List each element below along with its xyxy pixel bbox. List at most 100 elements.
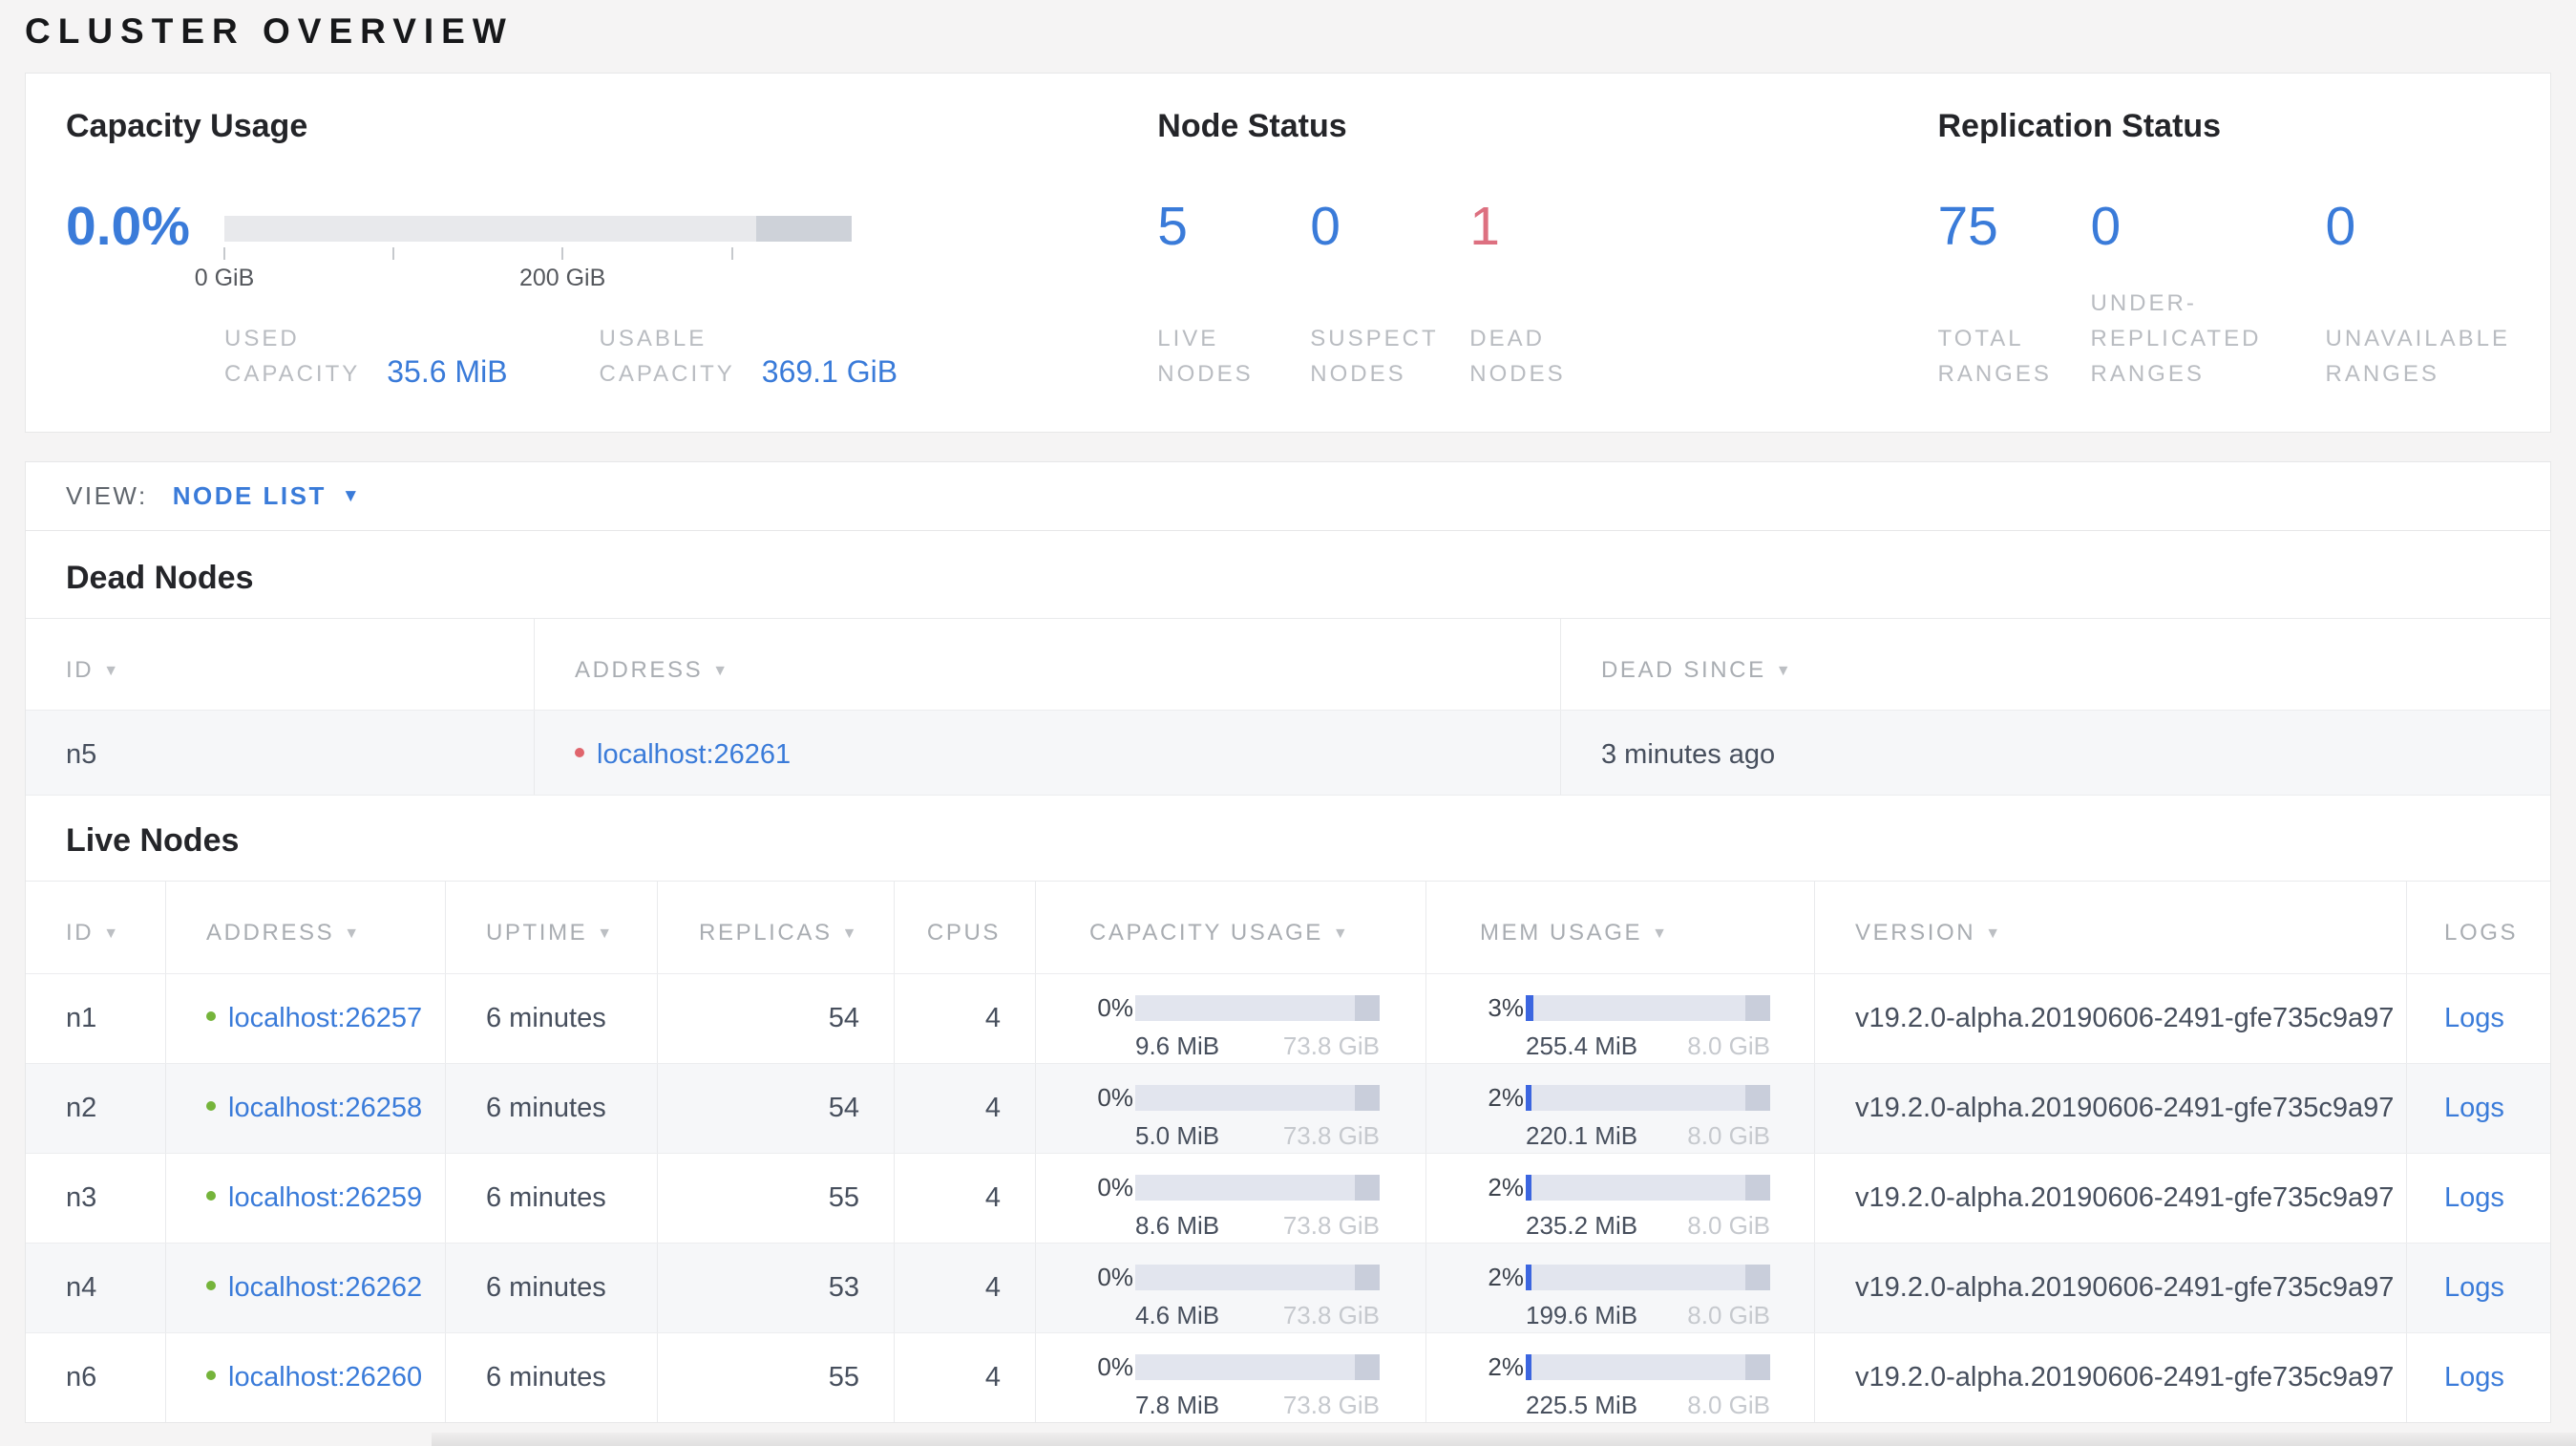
suspect-nodes-count: 0 — [1310, 196, 1341, 257]
live-node-row: n1 localhost:26257 6 minutes 54 4 0% 9.6… — [26, 973, 2550, 1063]
uptime-cell: 6 minutes — [446, 974, 658, 1063]
capacity-used-value: 7.8 MiB — [1135, 1391, 1220, 1419]
logs-link[interactable]: Logs — [2444, 1272, 2504, 1303]
mem-usage-bar — [1526, 1265, 1770, 1290]
node-address-cell: localhost:26261 — [535, 711, 1561, 795]
mem-total-value: 8.0 GiB — [1687, 1391, 1770, 1419]
live-nodes-table-header: ID ▼ ADDRESS ▼ UPTIME ▼ REPLICAS ▼ CPUS CAPA… — [26, 881, 2550, 973]
mem-bar-reserved-segment — [1745, 1085, 1770, 1111]
mem-bar-fill — [1526, 1175, 1532, 1201]
capacity-used-value: 8.6 MiB — [1135, 1211, 1220, 1240]
node-address-link[interactable]: localhost:26258 — [228, 1093, 422, 1123]
node-address-link[interactable]: localhost:26262 — [228, 1272, 422, 1303]
capacity-gauge: 0 GiB 200 GiB USED CAPACITY 35.6 MiB USA… — [195, 197, 897, 392]
column-header-address[interactable]: ADDRESS ▼ — [166, 882, 446, 973]
mem-used-value: 225.5 MiB — [1526, 1391, 1638, 1419]
total-ranges-stat: 75 TOTAL RANGES — [1937, 197, 2090, 392]
cpus-cell: 4 — [895, 1064, 1036, 1153]
capacity-usage-bar — [1135, 1085, 1380, 1111]
uptime-cell: 6 minutes — [446, 1064, 658, 1153]
mem-used-value: 235.2 MiB — [1526, 1211, 1638, 1240]
node-id-cell: n6 — [26, 1333, 166, 1422]
replication-status-title: Replication Status — [1937, 108, 2222, 144]
capacity-usage-cell: 0% 9.6 MiB 73.8 GiB — [1036, 974, 1426, 1063]
column-header-id[interactable]: ID ▼ — [26, 619, 535, 710]
logs-link[interactable]: Logs — [2444, 1093, 2504, 1123]
replicas-cell: 55 — [658, 1154, 895, 1243]
logs-link[interactable]: Logs — [2444, 1182, 2504, 1213]
node-id-cell: n3 — [26, 1154, 166, 1243]
capacity-usage-bar — [1135, 995, 1380, 1021]
logs-cell: Logs — [2407, 1244, 2550, 1332]
capacity-usage-bar — [1135, 1175, 1380, 1201]
capacity-used-value: 9.6 MiB — [1135, 1031, 1220, 1060]
mem-percent-label: 2% — [1488, 1083, 1524, 1112]
live-node-row: n2 localhost:26258 6 minutes 54 4 0% 5.0… — [26, 1063, 2550, 1153]
page-bottom-shadow — [432, 1433, 2576, 1446]
mem-usage-bar — [1526, 995, 1770, 1021]
mem-bar-reserved-segment — [1745, 995, 1770, 1021]
live-nodes-count: 5 — [1157, 196, 1188, 257]
capacity-bar-reserved-segment — [1355, 1265, 1380, 1290]
column-header-mem-usage[interactable]: MEM USAGE ▼ — [1426, 882, 1815, 973]
capacity-total-value: 73.8 GiB — [1282, 1391, 1380, 1419]
capacity-bar-reserved-segment — [1355, 995, 1380, 1021]
mem-percent-label: 3% — [1488, 993, 1524, 1022]
logs-link[interactable]: Logs — [2444, 1362, 2504, 1393]
mem-bar-fill — [1526, 1354, 1532, 1380]
uptime-cell: 6 minutes — [446, 1244, 658, 1332]
cpus-cell: 4 — [895, 1333, 1036, 1422]
column-header-cpus: CPUS — [895, 882, 1036, 973]
live-status-dot — [206, 1371, 216, 1381]
usable-capacity-stat: USABLE CAPACITY 369.1 GiB — [600, 321, 898, 392]
mem-percent-label: 2% — [1488, 1263, 1524, 1291]
view-selector-dropdown[interactable]: NODE LIST ▼ — [173, 481, 362, 511]
sort-desc-icon: ▼ — [103, 925, 121, 942]
capacity-usage-panel: Capacity Usage 0.0% 0 GiB 200 GiB USED C… — [66, 74, 1157, 432]
suspect-nodes-stat: 0 SUSPECT NODES — [1310, 197, 1469, 392]
under-replicated-ranges-count: 0 — [2090, 196, 2122, 257]
node-address-cell: localhost:26260 — [166, 1333, 446, 1422]
node-address-cell: localhost:26258 — [166, 1064, 446, 1153]
live-nodes-label: LIVE NODES — [1157, 326, 1254, 387]
logs-link[interactable]: Logs — [2444, 1003, 2504, 1033]
column-header-uptime[interactable]: UPTIME ▼ — [446, 882, 658, 973]
capacity-gauge-bar — [224, 216, 852, 242]
sort-desc-icon: ▼ — [1985, 925, 2003, 942]
live-node-row: n6 localhost:26260 6 minutes 55 4 0% 7.8… — [26, 1332, 2550, 1422]
column-header-address[interactable]: ADDRESS ▼ — [535, 619, 1561, 710]
node-address-link[interactable]: localhost:26260 — [228, 1362, 422, 1393]
node-address-link[interactable]: localhost:26259 — [228, 1182, 422, 1213]
version-cell: v19.2.0-alpha.20190606-2491-gfe735c9a97 — [1815, 1333, 2407, 1422]
column-header-capacity-usage[interactable]: CAPACITY USAGE ▼ — [1036, 882, 1426, 973]
cluster-overview-page: CLUSTER OVERVIEW Capacity Usage 0.0% 0 G… — [0, 11, 2576, 1423]
mem-used-value: 220.1 MiB — [1526, 1121, 1638, 1150]
capacity-usage-cell: 0% 8.6 MiB 73.8 GiB — [1036, 1154, 1426, 1243]
column-header-dead-since[interactable]: DEAD SINCE ▼ — [1561, 619, 2550, 710]
node-address-link[interactable]: localhost:26261 — [597, 739, 791, 770]
column-header-id[interactable]: ID ▼ — [26, 882, 166, 973]
usable-capacity-value: 369.1 GiB — [761, 354, 898, 389]
capacity-usage-bar — [1135, 1354, 1380, 1380]
column-header-version[interactable]: VERSION ▼ — [1815, 882, 2407, 973]
sort-desc-icon: ▼ — [1775, 663, 1794, 679]
node-id-cell: n1 — [26, 974, 166, 1063]
capacity-bar-reserved-segment — [1355, 1175, 1380, 1201]
capacity-percent-label: 0% — [1097, 1083, 1133, 1112]
version-cell: v19.2.0-alpha.20190606-2491-gfe735c9a97 — [1815, 1064, 2407, 1153]
sort-desc-icon: ▼ — [841, 925, 859, 942]
node-address-link[interactable]: localhost:26257 — [228, 1003, 422, 1033]
total-ranges-label: TOTAL RANGES — [1937, 326, 2052, 387]
node-list-card: VIEW: NODE LIST ▼ Dead Nodes ID ▼ ADDRESS… — [25, 461, 2551, 1423]
capacity-total-value: 73.8 GiB — [1282, 1301, 1380, 1329]
sort-desc-icon: ▼ — [1332, 925, 1351, 942]
sort-desc-icon: ▼ — [1652, 925, 1670, 942]
live-status-dot — [206, 1191, 216, 1201]
column-header-logs: LOGS — [2444, 920, 2519, 946]
capacity-usage-cell: 0% 4.6 MiB 73.8 GiB — [1036, 1244, 1426, 1332]
column-header-replicas[interactable]: REPLICAS ▼ — [658, 882, 895, 973]
dead-status-dot — [575, 748, 584, 758]
replication-status-panel: Replication Status 75 TOTAL RANGES 0 UND… — [1937, 74, 2510, 432]
live-nodes-heading: Live Nodes — [66, 822, 240, 859]
capacity-used-value: 4.6 MiB — [1135, 1301, 1220, 1329]
